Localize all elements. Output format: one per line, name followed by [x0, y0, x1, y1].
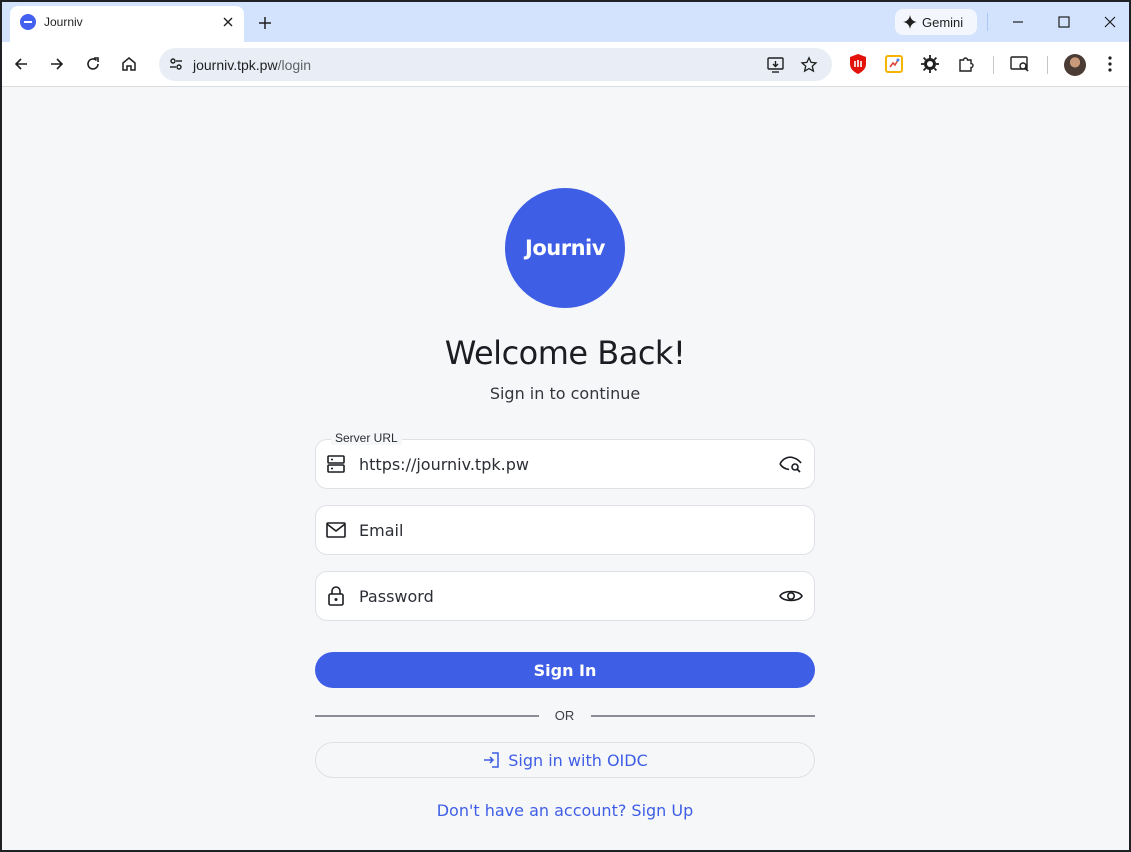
minimize-button[interactable] [1003, 8, 1033, 36]
or-divider-left [315, 715, 539, 717]
profile-avatar[interactable] [1064, 54, 1086, 76]
tabstrip-divider [987, 13, 988, 31]
gemini-label: Gemini [922, 14, 964, 30]
url-path: /login [277, 57, 312, 73]
url-text: journiv.tpk.pw/login [193, 57, 311, 73]
gemini-button[interactable]: Gemini [895, 9, 977, 35]
gear-extension-icon[interactable] [919, 53, 941, 75]
toolbar-divider [993, 56, 994, 74]
or-divider-right [591, 715, 815, 717]
reload-button[interactable] [79, 50, 107, 78]
oidc-label: Sign in with OIDC [508, 750, 648, 770]
sign-in-label: Sign In [533, 660, 597, 680]
new-tab-button[interactable] [252, 10, 278, 36]
eye-search-icon[interactable] [778, 452, 804, 476]
browser-window: Journiv Gemini journiv.tpk.pw/login Jour… [0, 0, 1131, 852]
colorful-extension-icon[interactable] [883, 53, 905, 75]
url-host: journiv.tpk.pw [193, 57, 278, 73]
journiv-logo: Journiv [505, 188, 625, 308]
bookmark-star-icon[interactable] [797, 53, 821, 77]
oidc-sign-in-button[interactable]: Sign in with OIDC [315, 742, 815, 778]
lock-icon [325, 585, 347, 607]
tab-search-icon[interactable] [1009, 53, 1031, 75]
password-field[interactable]: Password [315, 571, 815, 621]
home-button[interactable] [115, 50, 143, 78]
menu-kebab-icon[interactable] [1099, 53, 1121, 75]
address-bar[interactable]: journiv.tpk.pw/login [159, 48, 832, 81]
back-button[interactable] [7, 50, 35, 78]
install-app-icon[interactable] [764, 53, 788, 77]
journiv-favicon-icon [20, 14, 36, 30]
sign-up-link[interactable]: Don't have an account? Sign Up [315, 801, 815, 820]
server-url-field[interactable]: Server URL https://journiv.tpk.pw [315, 431, 815, 489]
mail-icon [325, 519, 347, 541]
browser-toolbar: journiv.tpk.pw/login [2, 42, 1129, 87]
email-input[interactable]: Email [359, 521, 403, 540]
sign-in-button[interactable]: Sign In [315, 652, 815, 688]
email-field[interactable]: Email [315, 505, 815, 555]
login-arrow-icon [484, 752, 499, 768]
tab-title: Journiv [44, 15, 83, 29]
eye-icon[interactable] [778, 584, 804, 608]
login-page: Journiv Welcome Back! Sign in to continu… [2, 88, 1129, 850]
or-label: OR [554, 708, 575, 723]
toolbar-divider-2 [1047, 56, 1048, 74]
tab-strip: Journiv Gemini [2, 2, 1129, 42]
server-url-label: Server URL [331, 431, 402, 445]
forward-button[interactable] [43, 50, 71, 78]
tab-journiv[interactable]: Journiv [10, 6, 244, 42]
server-icon [325, 453, 347, 475]
tab-close-icon[interactable] [218, 12, 238, 32]
extensions-puzzle-icon[interactable] [955, 53, 977, 75]
server-url-input[interactable]: https://journiv.tpk.pw [359, 455, 529, 474]
maximize-button[interactable] [1049, 8, 1079, 36]
close-window-button[interactable] [1095, 8, 1125, 36]
page-subtitle: Sign in to continue [489, 384, 641, 403]
password-input[interactable]: Password [359, 587, 434, 606]
logo-text: Journiv [525, 236, 605, 260]
site-info-icon[interactable] [165, 53, 187, 75]
ublock-extension-icon[interactable] [847, 53, 869, 75]
page-title: Welcome Back! [444, 334, 686, 372]
gemini-sparkle-icon [903, 15, 917, 29]
